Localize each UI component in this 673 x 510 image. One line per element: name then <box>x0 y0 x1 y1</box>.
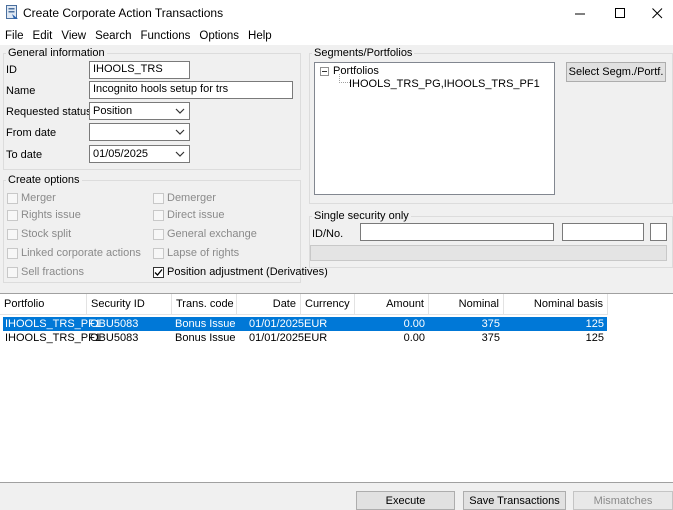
column-header-security-id[interactable]: Security ID <box>87 294 172 315</box>
minimize-icon <box>574 13 585 14</box>
app-icon <box>6 5 18 19</box>
maximize-icon <box>614 7 625 18</box>
linked-corporate-actions-checkbox[interactable]: Linked corporate actions <box>7 247 141 259</box>
create-options-legend: Create options <box>6 174 82 186</box>
close-button[interactable] <box>635 0 673 26</box>
column-header-currency[interactable]: Currency <box>301 294 355 315</box>
cell-portfolio: IHOOLS_TRS_PF1 <box>5 332 101 344</box>
security-tertiary-field[interactable] <box>650 223 667 241</box>
direct-issue-checkbox[interactable]: Direct issue <box>153 209 224 221</box>
cell-nominal: 375 <box>481 332 500 344</box>
transactions-table[interactable]: Portfolio Security ID Trans. code Date C… <box>0 293 673 483</box>
cell-currency: EUR <box>304 332 328 344</box>
menu-help[interactable]: Help <box>247 30 273 42</box>
column-header-amount[interactable]: Amount <box>355 294 429 315</box>
cell-nominal-basis: 125 <box>585 332 604 344</box>
close-icon <box>651 7 662 18</box>
column-header-portfolio[interactable]: Portfolio <box>0 294 87 315</box>
segments-portfolios-legend: Segments/Portfolios <box>312 47 415 59</box>
cell-security-id: OBU5083 <box>90 318 139 330</box>
column-header-nominal[interactable]: Nominal <box>429 294 504 315</box>
menu-file[interactable]: File <box>4 30 25 42</box>
name-field[interactable]: Incognito hools setup for trs <box>89 81 293 99</box>
cell-date: 01/01/2025 <box>249 332 305 344</box>
mismatches-button[interactable]: Mismatches <box>573 491 673 510</box>
lapse-of-rights-checkbox[interactable]: Lapse of rights <box>153 247 239 259</box>
cell-nominal: 375 <box>481 318 500 330</box>
menu-options[interactable]: Options <box>198 30 240 42</box>
rights-issue-checkbox[interactable]: Rights issue <box>7 209 81 221</box>
cell-date: 01/01/2025 <box>249 318 305 330</box>
menu-search[interactable]: Search <box>94 30 132 42</box>
to-date-picker[interactable]: 01/05/2025 <box>89 145 190 163</box>
security-id-label: ID/No. <box>312 228 344 240</box>
requested-status-select[interactable]: Position <box>89 102 190 120</box>
menu-view[interactable]: View <box>60 30 87 42</box>
column-header-trans-code[interactable]: Trans. code <box>172 294 237 315</box>
name-label: Name <box>6 85 36 97</box>
cell-security-id: OBU5083 <box>90 332 139 344</box>
table-row[interactable]: IHOOLS_TRS_PF1 OBU5083 Bonus Issue 01/01… <box>3 317 607 331</box>
checkmark-icon <box>153 266 164 278</box>
portfolio-tree[interactable]: Portfolios IHOOLS_TRS_PG,IHOOLS_TRS_PF1 <box>314 62 555 195</box>
to-date-label: To date <box>6 149 43 161</box>
sell-fractions-checkbox[interactable]: Sell fractions <box>7 266 84 278</box>
tree-child-portfolio[interactable]: IHOOLS_TRS_PG,IHOOLS_TRS_PF1 <box>349 78 540 90</box>
stock-split-checkbox[interactable]: Stock split <box>7 228 71 240</box>
position-adjustment-checkbox[interactable]: Position adjustment (Derivatives) <box>153 266 328 278</box>
collapse-icon[interactable] <box>320 67 329 76</box>
cell-portfolio: IHOOLS_TRS_PF1 <box>5 318 101 330</box>
cell-trans-code: Bonus Issue <box>175 332 236 344</box>
menu-bar: File Edit View Search Functions Options … <box>0 26 673 45</box>
execute-button[interactable]: Execute <box>356 491 455 510</box>
column-header-nominal-basis[interactable]: Nominal basis <box>504 294 608 315</box>
table-row[interactable]: IHOOLS_TRS_PF1 OBU5083 Bonus Issue 01/01… <box>3 331 607 345</box>
general-exchange-checkbox[interactable]: General exchange <box>153 228 257 240</box>
id-label: ID <box>6 64 17 76</box>
menu-functions[interactable]: Functions <box>140 30 192 42</box>
select-segment-portfolio-button[interactable]: Select Segm./Portf. <box>566 62 666 82</box>
chevron-down-icon <box>175 129 185 135</box>
cell-trans-code: Bonus Issue <box>175 318 236 330</box>
cell-amount: 0.00 <box>403 332 425 344</box>
window-title: Create Corporate Action Transactions <box>23 6 224 20</box>
requested-status-label: Requested status <box>6 106 92 118</box>
from-date-label: From date <box>6 127 57 139</box>
chevron-down-icon <box>175 151 185 157</box>
general-information-legend: General information <box>6 47 107 59</box>
cell-currency: EUR <box>304 318 328 330</box>
column-header-date[interactable]: Date <box>237 294 301 315</box>
security-description-field <box>310 245 667 261</box>
merger-checkbox[interactable]: Merger <box>7 192 56 204</box>
cell-nominal-basis: 125 <box>585 318 604 330</box>
cell-amount: 0.00 <box>403 318 425 330</box>
minimize-button[interactable] <box>558 0 602 26</box>
id-field[interactable]: IHOOLS_TRS <box>89 61 190 79</box>
security-id-field[interactable] <box>360 223 554 241</box>
security-secondary-field[interactable] <box>562 223 644 241</box>
from-date-picker[interactable] <box>89 123 190 141</box>
to-date-value: 01/05/2025 <box>93 148 149 160</box>
requested-status-value: Position <box>93 105 133 117</box>
single-security-legend: Single security only <box>312 210 411 222</box>
save-transactions-button[interactable]: Save Transactions <box>463 491 566 510</box>
title-bar: Create Corporate Action Transactions <box>0 0 673 26</box>
demerger-checkbox[interactable]: Demerger <box>153 192 216 204</box>
chevron-down-icon <box>175 108 185 114</box>
menu-edit[interactable]: Edit <box>32 30 54 42</box>
